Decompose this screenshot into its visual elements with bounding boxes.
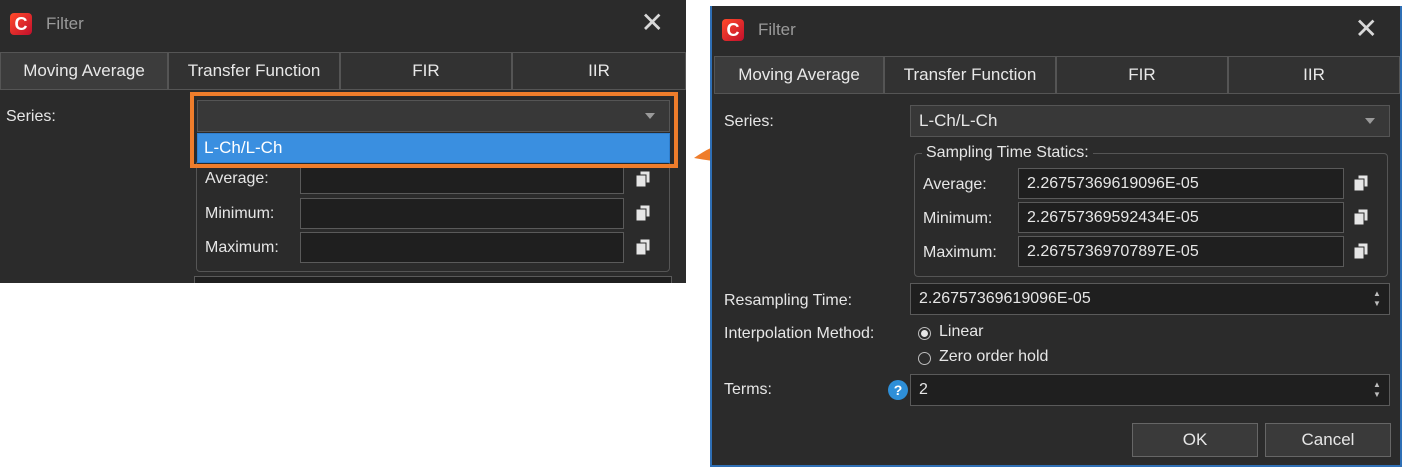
minimum-field[interactable] — [300, 198, 624, 229]
title-bar: C Filter ✕ — [712, 6, 1400, 54]
tab-moving-average[interactable]: Moving Average — [0, 52, 168, 90]
dropdown-option-l-ch[interactable]: L-Ch/L-Ch — [198, 134, 669, 162]
close-icon[interactable]: ✕ — [1355, 15, 1378, 43]
tab-iir[interactable]: IIR — [1228, 56, 1400, 94]
chevron-down-icon — [645, 113, 655, 119]
radio-linear-label: Linear — [939, 323, 984, 340]
minimum-label: Minimum: — [923, 210, 993, 227]
tab-iir[interactable]: IIR — [512, 52, 686, 90]
help-icon[interactable]: ? — [888, 380, 908, 400]
copy-icon[interactable] — [1350, 206, 1372, 228]
maximum-label: Maximum: — [205, 239, 279, 256]
copy-icon[interactable] — [1350, 172, 1372, 194]
tab-transfer-function[interactable]: Transfer Function — [168, 52, 340, 90]
filter-dialog-selected: C Filter ✕ Moving Average Transfer Funct… — [710, 6, 1402, 467]
resampling-time-field-partial[interactable] — [194, 276, 672, 283]
maximum-label: Maximum: — [923, 244, 997, 261]
radio-linear[interactable] — [918, 327, 931, 340]
series-combobox[interactable]: L-Ch/L-Ch — [910, 105, 1390, 137]
copy-icon[interactable] — [1350, 240, 1372, 262]
copy-icon[interactable] — [632, 202, 654, 224]
spin-arrows-icon[interactable]: ▲ ▼ — [1372, 289, 1382, 309]
average-label: Average: — [923, 176, 987, 193]
terms-spinbox[interactable]: 2 — [910, 374, 1390, 406]
maximum-field[interactable]: 2.26757369707897E-05 — [1018, 236, 1344, 267]
chevron-down-icon — [1365, 118, 1375, 124]
spin-arrows-icon[interactable]: ▲ ▼ — [1372, 380, 1382, 400]
minimum-label: Minimum: — [205, 205, 275, 222]
tab-moving-average[interactable]: Moving Average — [714, 56, 884, 94]
filter-dialog-dropdown-open: C Filter ✕ Moving Average Transfer Funct… — [0, 0, 686, 283]
minimum-field[interactable]: 2.26757369592434E-05 — [1018, 202, 1344, 233]
copy-icon[interactable] — [632, 236, 654, 258]
tab-fir[interactable]: FIR — [340, 52, 512, 90]
radio-zero-order-hold[interactable] — [918, 352, 931, 365]
average-field[interactable]: 2.26757369619096E-05 — [1018, 168, 1344, 199]
terms-label: Terms: — [724, 381, 772, 398]
close-icon[interactable]: ✕ — [641, 9, 664, 37]
ok-button[interactable]: OK — [1132, 423, 1258, 457]
average-label: Average: — [205, 170, 269, 187]
interpolation-method-label: Interpolation Method: — [724, 325, 875, 342]
series-combobox[interactable] — [197, 100, 670, 132]
sampling-time-group-title: Sampling Time Statics: — [922, 144, 1093, 162]
tab-fir[interactable]: FIR — [1056, 56, 1228, 94]
series-label: Series: — [724, 113, 774, 130]
tab-bar: Moving Average Transfer Function FIR IIR — [0, 52, 686, 90]
average-field[interactable] — [300, 164, 624, 194]
title-bar: C Filter ✕ — [0, 0, 686, 48]
resampling-time-label: Resampling Time: — [724, 292, 853, 309]
tab-bar: Moving Average Transfer Function FIR IIR — [714, 56, 1400, 94]
maximum-field[interactable] — [300, 232, 624, 263]
series-dropdown-list: L-Ch/L-Ch — [197, 133, 670, 163]
window-title: Filter — [758, 20, 796, 39]
radio-zero-order-hold-label: Zero order hold — [939, 348, 1049, 365]
app-icon: C — [10, 13, 32, 35]
copy-icon[interactable] — [632, 168, 654, 190]
series-label: Series: — [6, 108, 56, 125]
resampling-time-spinbox[interactable]: 2.26757369619096E-05 — [910, 283, 1390, 315]
cancel-button[interactable]: Cancel — [1265, 423, 1391, 457]
tab-transfer-function[interactable]: Transfer Function — [884, 56, 1056, 94]
window-title: Filter — [46, 14, 84, 33]
app-icon: C — [722, 19, 744, 41]
